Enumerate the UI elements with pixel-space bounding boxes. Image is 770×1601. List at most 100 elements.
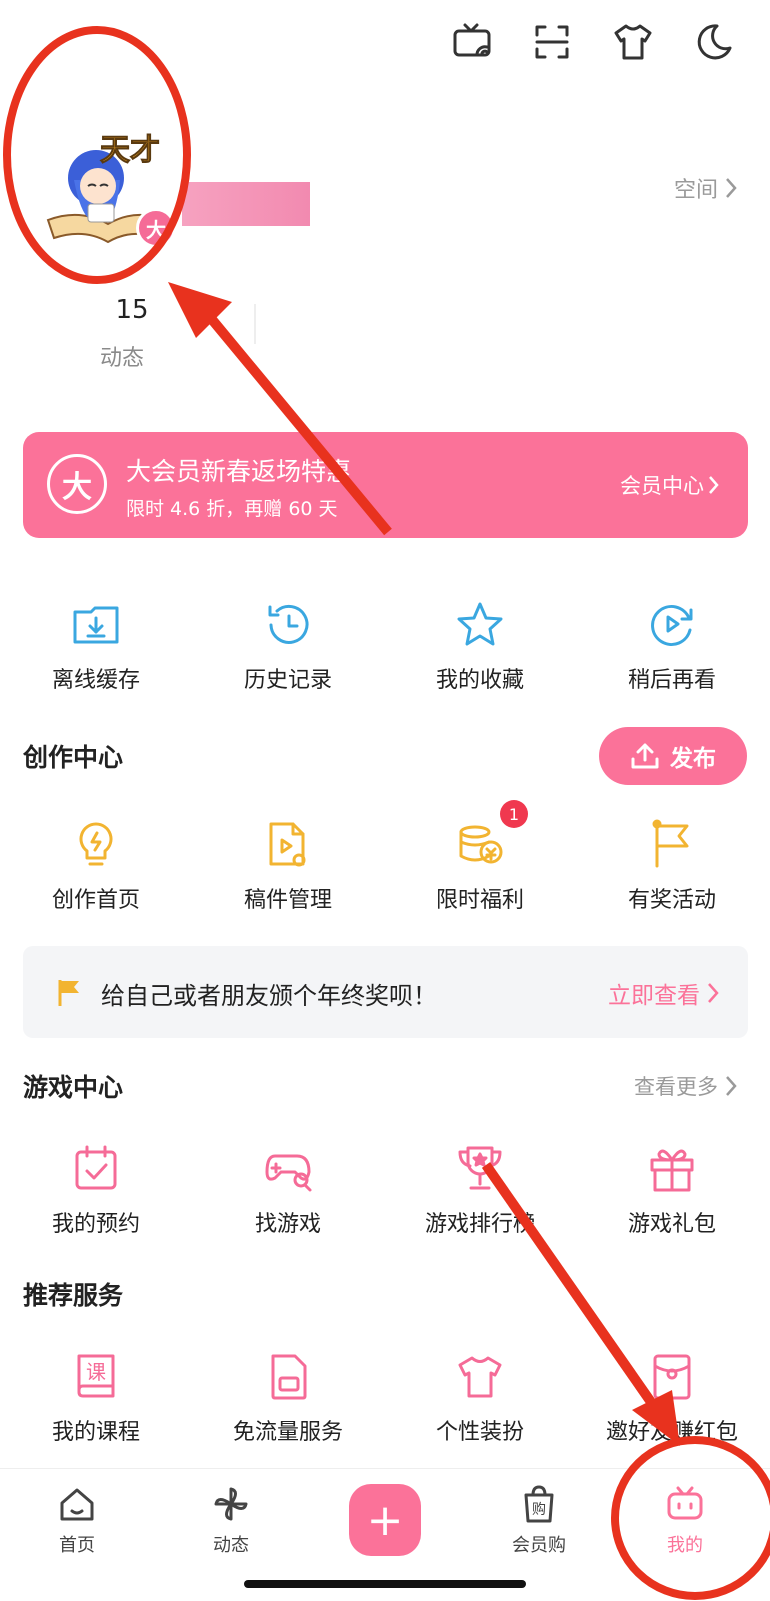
moon-icon[interactable] xyxy=(690,18,738,66)
vip-subtitle: 限时 4.6 折，再赠 60 天 xyxy=(126,498,338,520)
quick-action-label: 稍后再看 xyxy=(627,668,716,693)
view-now-link[interactable]: 立即查看 xyxy=(608,976,720,1010)
star-icon xyxy=(453,598,507,652)
username-redacted xyxy=(182,182,310,226)
publish-button[interactable]: 发布 xyxy=(599,727,747,785)
home-icon xyxy=(60,1488,94,1521)
service-item-label: 免流量服务 xyxy=(232,1420,343,1445)
red-packet-icon xyxy=(645,1350,699,1404)
nav-label: 我的 xyxy=(667,1535,703,1556)
chevron-right-icon xyxy=(708,983,719,1003)
gamepad-search-icon xyxy=(261,1142,315,1196)
favorites-item[interactable]: 我的收藏 xyxy=(390,598,570,694)
creation-item-label: 创作首页 xyxy=(51,888,140,913)
quick-actions-row: 离线缓存 历史记录 我的收藏 稍后再看 xyxy=(0,598,770,708)
trophy-icon xyxy=(453,1142,507,1196)
game-ranking-item[interactable]: 游戏排行榜 xyxy=(390,1142,570,1238)
space-label: 空间 xyxy=(673,178,718,203)
pinwheel-icon xyxy=(214,1487,248,1521)
service-item-label: 我的课程 xyxy=(51,1420,140,1445)
view-more-label: 查看更多 xyxy=(634,1075,718,1099)
chevron-right-icon xyxy=(726,178,737,198)
view-now-label: 立即查看 xyxy=(608,983,700,1009)
prize-activity-item[interactable]: 有奖活动 xyxy=(582,818,762,914)
nav-vip-shop[interactable]: 购 会员购 xyxy=(484,1483,594,1557)
creation-items-row: 创作首页 稿件管理 限时福利 有奖活动 xyxy=(0,818,770,928)
upload-icon xyxy=(631,743,659,769)
history-item[interactable]: 历史记录 xyxy=(198,598,378,694)
vip-avatar-badge: 大 xyxy=(136,208,176,248)
manuscript-manage-item[interactable]: 稿件管理 xyxy=(198,818,378,914)
shirt-icon[interactable] xyxy=(609,18,657,66)
vip-title: 大会员新春返场特惠 xyxy=(126,457,352,486)
vip-center-label: 会员中心 xyxy=(620,474,704,498)
quick-action-label: 离线缓存 xyxy=(51,668,140,693)
vip-center-link[interactable]: 会员中心 xyxy=(620,470,720,500)
annotation-arrow-head xyxy=(168,282,232,338)
calendar-check-icon xyxy=(69,1142,123,1196)
game-item-label: 游戏排行榜 xyxy=(424,1212,535,1237)
chevron-right-icon xyxy=(726,1076,737,1096)
creation-item-label: 稿件管理 xyxy=(243,888,332,913)
nav-dynamics[interactable]: 动态 xyxy=(176,1483,286,1557)
creation-item-label: 有奖活动 xyxy=(627,888,716,913)
service-item-label: 邀好友赚红包 xyxy=(605,1420,738,1445)
chevron-right-icon xyxy=(709,476,719,494)
limited-welfare-item[interactable]: 限时福利 xyxy=(390,818,570,914)
flag-small-icon xyxy=(58,980,79,1006)
home-indicator xyxy=(244,1580,526,1588)
vip-banner[interactable]: 大 大会员新春返场特惠 限时 4.6 折，再赠 60 天 会员中心 xyxy=(23,432,748,538)
plus-button[interactable]: + xyxy=(349,1484,421,1556)
personal-dressup-item[interactable]: 个性装扮 xyxy=(390,1350,570,1446)
watch-later-item[interactable]: 稍后再看 xyxy=(582,598,762,694)
avatar-illustration: 天才 xyxy=(46,133,166,244)
space-link[interactable]: 空间 xyxy=(674,172,738,204)
vip-badge-icon: 大 xyxy=(47,454,107,514)
folder-download-icon xyxy=(69,598,123,652)
service-item-label: 个性装扮 xyxy=(435,1420,524,1445)
nav-home[interactable]: 首页 xyxy=(22,1483,132,1557)
course-book-icon: 课 xyxy=(69,1350,123,1404)
year-end-award-banner[interactable]: 给自己或者朋友颁个年终奖呗！ 立即查看 xyxy=(23,946,748,1038)
creation-center-title: 创作中心 xyxy=(23,743,124,772)
nav-mine[interactable]: 我的 xyxy=(630,1483,740,1557)
nav-label: 会员购 xyxy=(512,1535,566,1556)
game-items-row: 我的预约 找游戏 游戏排行榜 游戏礼包 xyxy=(0,1142,770,1252)
tv-cast-icon[interactable] xyxy=(448,18,496,66)
view-more-link[interactable]: 查看更多 xyxy=(634,1071,738,1101)
scan-icon[interactable] xyxy=(528,18,576,66)
game-item-label: 游戏礼包 xyxy=(627,1212,716,1237)
free-data-item[interactable]: 免流量服务 xyxy=(198,1350,378,1446)
tv-face-icon xyxy=(667,1486,703,1520)
dynamics-label[interactable]: 动态 xyxy=(100,340,144,372)
dynamics-count[interactable]: 15 xyxy=(112,295,152,325)
history-clock-icon xyxy=(261,598,315,652)
play-later-icon xyxy=(645,598,699,652)
lightbulb-icon xyxy=(69,818,123,872)
avatar[interactable]: 天才 大 xyxy=(40,120,190,270)
invite-friends-item[interactable]: 邀好友赚红包 xyxy=(582,1350,762,1446)
game-gift-item[interactable]: 游戏礼包 xyxy=(582,1142,762,1238)
game-center-title: 游戏中心 xyxy=(23,1073,124,1102)
coins-icon xyxy=(453,818,507,872)
my-courses-item[interactable]: 课 我的课程 xyxy=(6,1350,186,1446)
flag-icon xyxy=(645,818,699,872)
shop-glyph: 购 xyxy=(532,1502,546,1518)
my-reservations-item[interactable]: 我的预约 xyxy=(6,1142,186,1238)
file-video-icon xyxy=(261,818,315,872)
quick-action-label: 我的收藏 xyxy=(435,668,524,693)
welfare-count-badge: 1 xyxy=(500,800,528,828)
service-items-row: 课 我的课程 免流量服务 个性装扮 邀好友赚红包 xyxy=(0,1350,770,1460)
course-glyph: 课 xyxy=(86,1360,106,1384)
game-item-label: 我的预约 xyxy=(51,1212,140,1237)
publish-label: 发布 xyxy=(670,746,716,772)
offline-cache-item[interactable]: 离线缓存 xyxy=(6,598,186,694)
find-games-item[interactable]: 找游戏 xyxy=(198,1142,378,1238)
shopping-bag-icon: 购 xyxy=(524,1485,554,1523)
nav-label: 动态 xyxy=(213,1535,249,1556)
services-title: 推荐服务 xyxy=(23,1281,124,1310)
notice-text: 给自己或者朋友颁个年终奖呗！ xyxy=(101,982,437,1010)
shirt-outline-icon xyxy=(453,1350,507,1404)
creation-item-label: 限时福利 xyxy=(435,888,524,913)
creation-home-item[interactable]: 创作首页 xyxy=(6,818,186,914)
